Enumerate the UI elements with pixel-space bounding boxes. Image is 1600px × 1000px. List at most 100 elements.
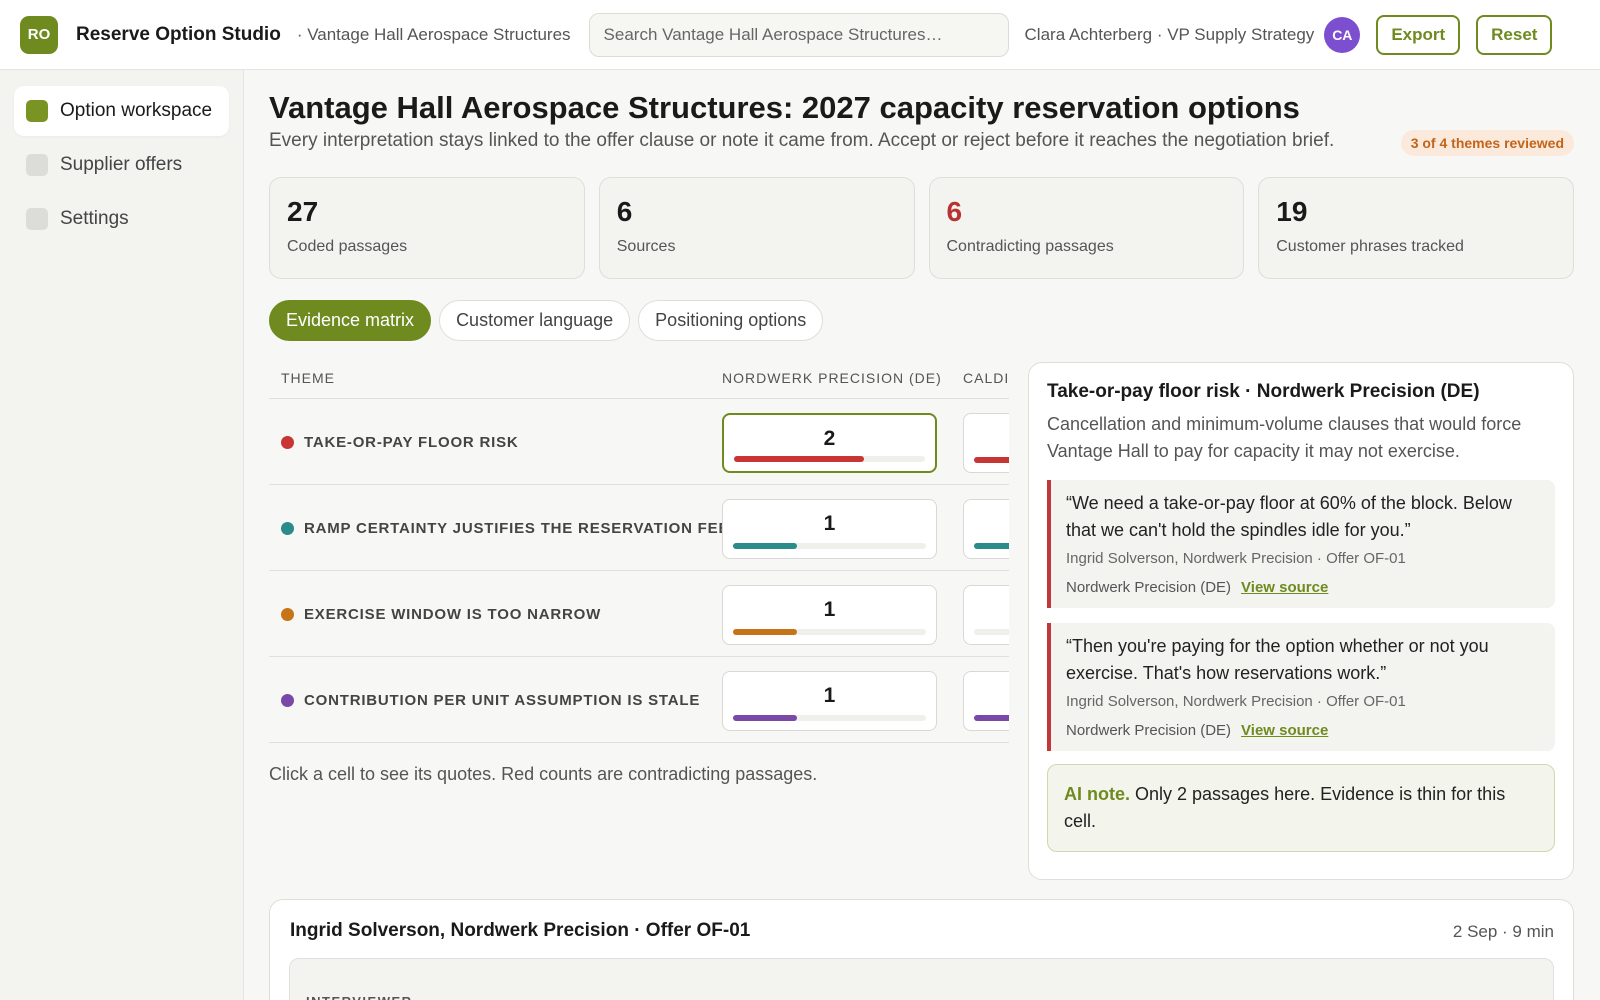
avatar[interactable]: CA: [1324, 16, 1361, 53]
quote-card: “Then you're paying for the option wheth…: [1047, 623, 1555, 751]
transcript-body: Interviewer: [289, 958, 1554, 1000]
theme-cell: Take-or-pay floor risk: [281, 399, 519, 485]
count-bar: [974, 629, 1009, 635]
sidebar-item-supplier-offers[interactable]: Supplier offers: [14, 140, 229, 190]
transcript-card: Ingrid Solverson, Nordwerk Precision · O…: [269, 899, 1574, 1000]
sidebar-item-option-workspace[interactable]: Option workspace: [14, 86, 229, 136]
theme-cell: Exercise window is too narrow: [281, 571, 601, 657]
count-bar-fill: [734, 456, 864, 462]
passage-count: 2: [823, 427, 836, 450]
quote-card: “We need a take-or-pay floor at 60% of t…: [1047, 480, 1555, 608]
ai-note: AI note. Only 2 passages here. Evidence …: [1047, 764, 1555, 852]
passage-count: 1: [823, 512, 836, 535]
count-bar: [733, 715, 926, 721]
count-bar-fill: [974, 543, 1009, 549]
view-source-link[interactable]: View source: [1241, 579, 1328, 596]
theme-dot-icon: [281, 521, 294, 535]
workspace-icon: [26, 100, 48, 122]
tab-evidence-matrix[interactable]: Evidence matrix: [269, 300, 432, 341]
matrix-cell[interactable]: [963, 671, 1009, 731]
app-title: Reserve Option Studio: [76, 23, 281, 45]
column-header-nordwerk: Nordwerk Precision (DE): [722, 370, 942, 386]
transcript-meta: 2 Sep · 9 min: [1452, 922, 1554, 941]
sidebar-item-label: Supplier offers: [60, 154, 183, 175]
stat-sources: 6 Sources: [598, 177, 915, 279]
top-bar: RO Reserve Option Studio · Vantage Hall …: [0, 0, 1600, 70]
page-title: Vantage Hall Aerospace Structures: 2027 …: [269, 90, 1300, 125]
app-logo: RO: [20, 15, 58, 54]
matrix-cell[interactable]: 1: [722, 585, 937, 645]
cell-detail-panel: Take-or-pay floor risk · Nordwerk Precis…: [1028, 362, 1574, 880]
theme-dot-icon: [281, 435, 294, 449]
main-content: Vantage Hall Aerospace Structures: 2027 …: [269, 70, 1574, 1000]
count-bar-fill: [733, 629, 797, 635]
count-bar: [734, 456, 925, 462]
sidebar-item-settings[interactable]: Settings: [14, 194, 229, 244]
quote-source: Nordwerk Precision (DE): [1066, 579, 1232, 596]
settings-icon: [26, 208, 48, 230]
matrix-header: Theme Nordwerk Precision (DE) Caldi: [269, 355, 1009, 399]
reset-button[interactable]: Reset: [1476, 14, 1553, 55]
theme-cell: Ramp certainty justifies the reservation…: [281, 485, 729, 571]
matrix-cell[interactable]: 1: [722, 499, 937, 559]
tab-positioning-options[interactable]: Positioning options: [638, 300, 824, 341]
column-header-theme: Theme: [281, 370, 335, 386]
theme-label: Ramp certainty justifies the reservation…: [304, 519, 730, 537]
stat-label: Sources: [616, 238, 676, 255]
matrix-cell[interactable]: [963, 499, 1009, 559]
theme-label: Exercise window is too narrow: [304, 605, 602, 623]
search-input[interactable]: [603, 24, 994, 45]
quote-text: “We need a take-or-pay floor at 60% of t…: [1066, 493, 1512, 540]
column-header-caldi: Caldi: [963, 370, 1009, 386]
offers-icon: [26, 154, 48, 176]
stat-value: 27: [287, 196, 319, 227]
matrix-cell[interactable]: 1: [722, 671, 937, 731]
matrix-hint: Click a cell to see its quotes. Red coun…: [269, 764, 818, 784]
quote-source: Nordwerk Precision (DE): [1066, 722, 1232, 739]
matrix-cell[interactable]: 2: [722, 413, 937, 473]
tab-customer-language[interactable]: Customer language: [439, 300, 631, 341]
count-bar-fill: [974, 715, 1009, 721]
quote-text: “Then you're paying for the option wheth…: [1066, 636, 1489, 683]
matrix-cell[interactable]: [963, 585, 1009, 645]
stat-label: Customer phrases tracked: [1276, 238, 1464, 255]
matrix-row: Contribution per unit assumption is stal…: [269, 657, 1009, 743]
transcript-title: Ingrid Solverson, Nordwerk Precision · O…: [290, 920, 751, 941]
detail-description: Cancellation and minimum-volume clauses …: [1047, 414, 1522, 461]
count-bar: [974, 715, 1009, 721]
stat-coded-passages: 27 Coded passages: [269, 177, 585, 279]
theme-cell: Contribution per unit assumption is stal…: [281, 657, 700, 743]
matrix-row: Exercise window is too narrow 1: [269, 571, 1009, 657]
quote-source-row: Nordwerk Precision (DE) View source: [1066, 579, 1539, 596]
matrix-row: Ramp certainty justifies the reservation…: [269, 485, 1009, 571]
quote-attribution: Ingrid Solverson, Nordwerk Precision · O…: [1066, 550, 1406, 567]
stat-contradicting-passages: 6 Contradicting passages: [928, 177, 1245, 279]
view-source-link[interactable]: View source: [1241, 722, 1328, 739]
stat-value: 6: [616, 196, 633, 227]
matrix-cell[interactable]: [963, 413, 1009, 473]
export-button[interactable]: Export: [1376, 14, 1461, 55]
stat-label: Contradicting passages: [946, 238, 1114, 255]
theme-dot-icon: [281, 693, 294, 707]
count-bar-fill: [733, 715, 797, 721]
org-breadcrumb: · Vantage Hall Aerospace Structures: [296, 24, 571, 44]
quote-source-row: Nordwerk Precision (DE) View source: [1066, 722, 1539, 739]
quote-attribution: Ingrid Solverson, Nordwerk Precision · O…: [1066, 693, 1406, 710]
sidebar: Option workspace Supplier offers Setting…: [0, 70, 244, 1000]
passage-count: 1: [823, 684, 836, 707]
page-subtitle: Every interpretation stays linked to the…: [269, 130, 1335, 151]
count-bar: [974, 457, 1009, 463]
sidebar-item-label: Settings: [60, 208, 129, 229]
passage-count: 1: [823, 598, 836, 621]
speaker-role: Interviewer: [306, 994, 413, 1000]
user-name: Clara Achterberg · VP Supply Strategy: [1024, 24, 1315, 44]
detail-title: Take-or-pay floor risk · Nordwerk Precis…: [1047, 381, 1480, 402]
theme-dot-icon: [281, 607, 294, 621]
theme-label: Contribution per unit assumption is stal…: [304, 691, 701, 709]
theme-label: Take-or-pay floor risk: [304, 433, 519, 451]
review-status-badge: 3 of 4 themes reviewed: [1400, 130, 1574, 156]
ai-note-label: AI note.: [1064, 784, 1130, 804]
count-bar: [733, 629, 926, 635]
sidebar-item-label: Option workspace: [60, 100, 213, 121]
stats-row: 27 Coded passages 6 Sources 6 Contradict…: [269, 177, 1574, 279]
